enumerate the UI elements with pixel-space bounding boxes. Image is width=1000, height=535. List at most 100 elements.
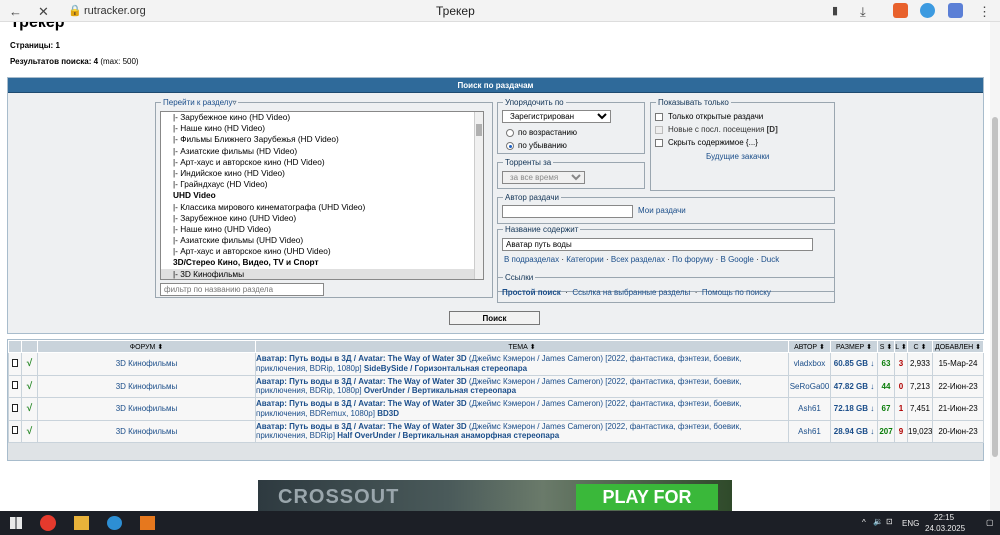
extension-icon[interactable]: [920, 3, 935, 18]
extension-icon[interactable]: [893, 3, 908, 18]
forum-listbox[interactable]: |- Зарубежное кино (HD Video) |- Наше кин…: [160, 111, 484, 280]
forum-option[interactable]: |- 3D Кинофильмы: [161, 268, 483, 279]
app-icon[interactable]: [107, 516, 122, 530]
row-topic-link[interactable]: Аватар: Путь воды в 3Д / Avatar: The Way…: [257, 354, 788, 373]
future-downloads-link[interactable]: Будущие закачки: [706, 152, 769, 161]
col-seeds[interactable]: S ⬍: [877, 340, 895, 353]
torrent-file-icon[interactable]: [8, 397, 22, 421]
google-link[interactable]: В Google: [721, 255, 754, 264]
forum-option[interactable]: |- Азиатские фильмы (UHD Video): [161, 235, 483, 246]
yandex-browser-icon[interactable]: [40, 515, 56, 531]
row-size-link[interactable]: 72.18 GB ↓: [834, 404, 874, 413]
by-forum-link[interactable]: По форуму: [672, 255, 713, 264]
forum-option[interactable]: |- Индийское кино (HD Video): [161, 168, 483, 179]
search-button[interactable]: Поиск: [449, 311, 540, 325]
open-only-label: Только открытые раздачи: [668, 112, 764, 121]
author-input[interactable]: [502, 205, 633, 218]
row-forum-link[interactable]: 3D Кинофильмы: [116, 359, 178, 368]
row-author-link[interactable]: vladxbox: [794, 359, 826, 368]
browser-page-title: Трекер: [436, 4, 475, 18]
ad-banner[interactable]: CROSSOUT PLAY FOR: [258, 480, 732, 511]
menu-icon[interactable]: ⋮: [978, 4, 991, 20]
forum-option[interactable]: |- Наше кино (HD Video): [161, 123, 483, 134]
checked-icon: √: [21, 419, 38, 443]
sort-asc-radio[interactable]: [506, 129, 514, 137]
search-help-link[interactable]: Помощь по поиску: [702, 288, 771, 297]
torrent-file-icon[interactable]: [8, 419, 22, 443]
forum-option[interactable]: |- Арт-хаус и авторское кино (UHD Video): [161, 246, 483, 257]
forum-option[interactable]: |- Фильмы Ближнего Зарубежья (HD Video): [161, 134, 483, 145]
categories-link[interactable]: Категории: [566, 255, 604, 264]
download-icon[interactable]: ⤓: [860, 4, 866, 20]
forum-option[interactable]: |- Азиатские фильмы (HD Video): [161, 146, 483, 157]
torrents-period-select[interactable]: за все время: [502, 171, 585, 184]
row-added: 15-Мар-24: [932, 352, 984, 376]
row-size-link[interactable]: 47.82 GB ↓: [834, 382, 874, 391]
extension-icon[interactable]: [948, 3, 963, 18]
forum-option[interactable]: |- Классика мирового кинематографа (UHD …: [161, 202, 483, 213]
banner-play-button[interactable]: PLAY FOR: [576, 484, 718, 510]
network-icon[interactable]: ⊡: [886, 517, 893, 526]
forum-filter-input[interactable]: [160, 283, 324, 296]
col-topic[interactable]: ТЕМА ⬍: [255, 340, 789, 353]
forum-option[interactable]: |- Зарубежное кино (HD Video): [161, 112, 483, 123]
back-icon[interactable]: ←: [9, 4, 22, 19]
col-leechs[interactable]: L ⬍: [894, 340, 908, 353]
windows-start-icon[interactable]: [10, 517, 22, 529]
row-author-link[interactable]: Ash61: [798, 404, 821, 413]
bookmark-icon[interactable]: ▮: [832, 4, 838, 17]
duck-link[interactable]: Duck: [761, 255, 779, 264]
volume-icon[interactable]: 🔉: [873, 517, 883, 526]
col-added[interactable]: ДОБАВЛЕН ⬍: [932, 340, 984, 353]
col-size[interactable]: РАЗМЕР ⬍: [830, 340, 878, 353]
sort-select[interactable]: Зарегистрирован: [502, 110, 611, 123]
all-sections-link[interactable]: Всех разделах: [611, 255, 665, 264]
checked-icon: √: [21, 352, 38, 376]
table-row: √ 3D Кинофильмы Аватар: Путь воды в 3Д / A…: [8, 352, 984, 376]
row-author-link[interactable]: Ash61: [798, 427, 821, 436]
open-only-checkbox[interactable]: [655, 113, 663, 121]
clock-time[interactable]: 22:15: [934, 513, 954, 522]
row-size-link[interactable]: 28.94 GB ↓: [834, 427, 874, 436]
language-indicator[interactable]: ENG: [902, 519, 919, 528]
col-forum[interactable]: ФОРУМ ⬍: [37, 340, 256, 353]
row-forum-link[interactable]: 3D Кинофильмы: [116, 427, 178, 436]
forum-option[interactable]: |- Арт-хаус и авторское кино (HD Video): [161, 157, 483, 168]
col-completed[interactable]: C ⬍: [907, 340, 933, 353]
row-forum-link[interactable]: 3D Кинофильмы: [116, 382, 178, 391]
forum-option[interactable]: |- Наше кино (UHD Video): [161, 224, 483, 235]
listbox-scrollbar[interactable]: [474, 112, 483, 279]
new-since-checkbox[interactable]: [655, 126, 663, 134]
my-torrents-link[interactable]: Мои раздачи: [638, 206, 686, 215]
selected-sections-link[interactable]: Ссылка на выбранные разделы: [572, 288, 690, 297]
sort-asc-label: по возрастанию: [518, 128, 577, 137]
hide-content-checkbox[interactable]: [655, 139, 663, 147]
close-icon[interactable]: ✕: [38, 4, 49, 20]
sort-desc-radio[interactable]: [506, 142, 514, 150]
row-added: 22-Июн-23: [932, 374, 984, 398]
row-size-link[interactable]: 60.85 GB ↓: [834, 359, 874, 368]
forum-option[interactable]: |- Зарубежное кино (UHD Video): [161, 213, 483, 224]
row-forum-link[interactable]: 3D Кинофильмы: [116, 404, 178, 413]
subsections-link[interactable]: В подразделах: [504, 255, 559, 264]
title-input[interactable]: [502, 238, 813, 251]
tray-chevron-icon[interactable]: ^: [862, 518, 866, 527]
clock-date[interactable]: 24.03.2025: [925, 524, 965, 533]
notification-icon[interactable]: ▢: [986, 518, 994, 527]
row-topic-link[interactable]: Аватар: Путь воды в 3Д / Avatar: The Way…: [257, 399, 788, 418]
forum-option[interactable]: UHD Video: [161, 190, 483, 201]
forum-option[interactable]: |- Грайндхаус (HD Video): [161, 179, 483, 190]
simple-search-link[interactable]: Простой поиск: [502, 288, 561, 297]
app-icon[interactable]: [140, 516, 155, 530]
col-author[interactable]: АВТОР ⬍: [788, 340, 831, 353]
torrent-file-icon[interactable]: [8, 374, 22, 398]
torrent-file-icon[interactable]: [8, 352, 22, 376]
row-topic-link[interactable]: Аватар: Путь воды в 3Д / Avatar: The Way…: [257, 377, 788, 396]
row-author-link[interactable]: SeRoGa00: [790, 382, 830, 391]
file-explorer-icon[interactable]: [74, 516, 89, 530]
row-seeds: 63: [881, 359, 891, 369]
row-topic-link[interactable]: Аватар: Путь воды в 3Д / Avatar: The Way…: [257, 422, 788, 441]
forum-option[interactable]: 3D/Стерео Кино, Видео, TV и Спорт: [161, 257, 483, 268]
page-scrollbar[interactable]: [990, 22, 1000, 511]
address-bar[interactable]: 🔒 rutracker.org: [62, 2, 146, 20]
